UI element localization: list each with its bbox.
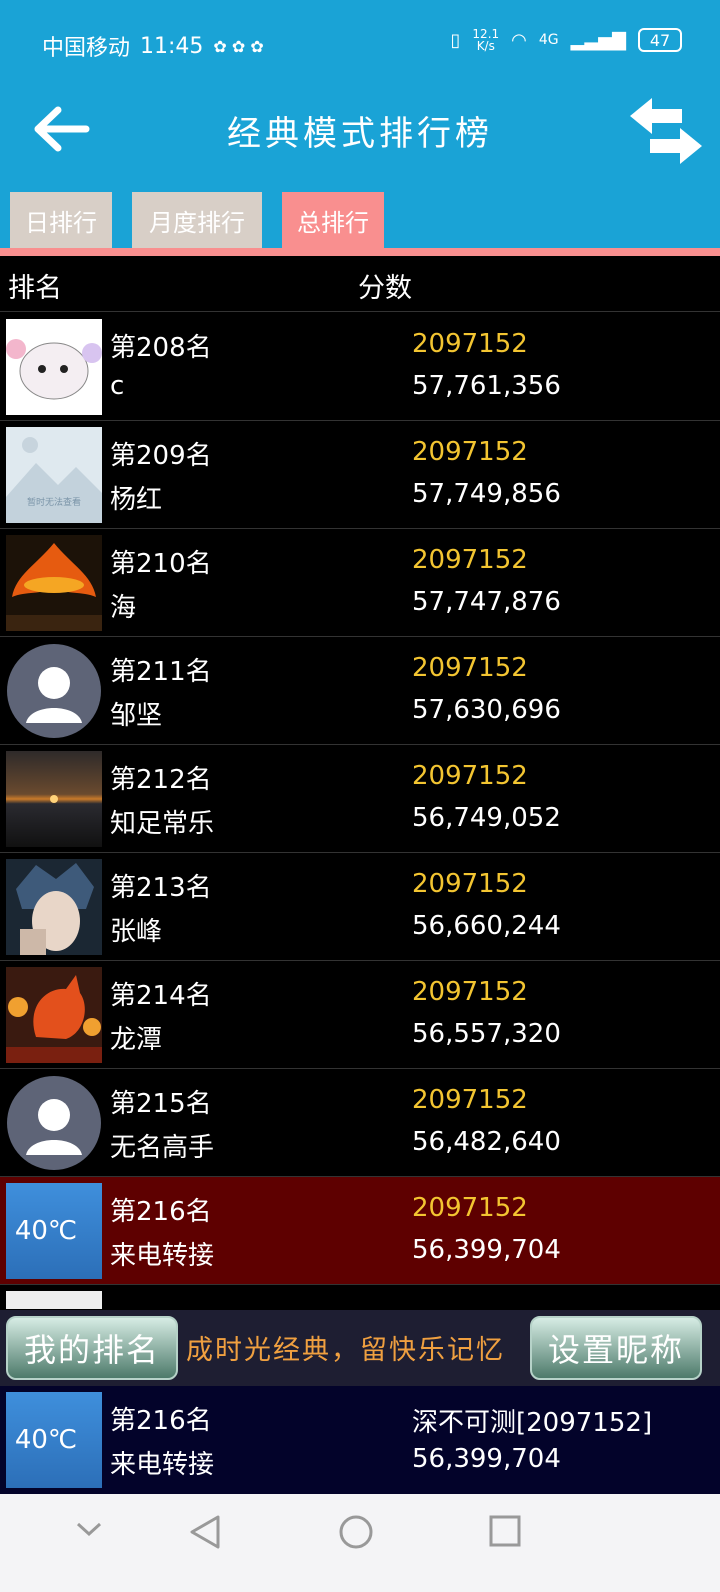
score-value: 57,630,696 [412, 695, 561, 725]
list-item[interactable]: 暂时无法查看 第209名 杨红 2097152 57,749,856 [0, 421, 720, 529]
tab-monthly[interactable]: 月度排行 [132, 192, 262, 248]
svg-text:40℃: 40℃ [15, 1425, 77, 1455]
chevron-down-icon[interactable] [74, 1514, 104, 1548]
my-score: 56,399,704 [412, 1444, 561, 1474]
vibrate-icon: ▯ [450, 29, 461, 51]
avatar: 暂时无法查看 [6, 427, 102, 523]
rank-label: 第214名 [110, 981, 212, 1011]
my-title: 深不可测[2097152] [412, 1408, 653, 1438]
avatar [6, 967, 102, 1063]
battery-icon: 47 [638, 28, 682, 52]
list-item[interactable]: 第214名 龙潭 2097152 56,557,320 [0, 961, 720, 1069]
avatar: 40℃ [6, 1392, 102, 1488]
score-value: 56,482,640 [412, 1127, 561, 1157]
level-value: 2097152 [412, 545, 528, 575]
level-value: 2097152 [412, 1085, 528, 1115]
avatar [6, 1075, 102, 1171]
player-name: c [110, 371, 125, 401]
net-speed: 12.1 K/s [472, 27, 500, 53]
level-value: 2097152 [412, 1193, 528, 1223]
home-circle-icon[interactable] [338, 1514, 374, 1554]
score-value: 56,660,244 [412, 911, 561, 941]
rank-label: 第210名 [110, 549, 212, 579]
slogan-text: 成时光经典，留快乐记忆 [186, 1335, 505, 1366]
player-name: 龙潭 [110, 1025, 163, 1055]
avatar [6, 535, 102, 631]
svg-text:暂时无法查看: 暂时无法查看 [27, 496, 81, 508]
list-item[interactable]: 第215名 无名高手 2097152 56,482,640 [0, 1069, 720, 1177]
rank-label: 第216名 [110, 1197, 212, 1227]
player-name: 海 [110, 593, 137, 623]
avatar [6, 751, 102, 847]
my-rank-button[interactable]: 我的排名 [6, 1316, 178, 1380]
my-player-name: 来电转接 [110, 1450, 215, 1480]
player-name: 张峰 [110, 917, 163, 947]
player-name: 无名高手 [110, 1133, 215, 1163]
set-nickname-button[interactable]: 设置昵称 [530, 1316, 702, 1380]
column-header: 排名 分数 [0, 256, 720, 312]
player-name: 杨红 [110, 485, 163, 515]
my-ranking-row: 40℃ 第216名 来电转接 深不可测[2097152] 56,399,704 [0, 1386, 720, 1494]
player-name: 邹坚 [110, 701, 163, 731]
player-name: 来电转接 [110, 1241, 215, 1271]
level-value: 2097152 [412, 437, 528, 467]
header-area: 中国移动 11:45 ✿ ✿ ✿ ▯ 12.1 K/s ◠ 4G ▂▃▅▇ 47… [0, 0, 720, 256]
score-value: 57,761,356 [412, 371, 561, 401]
tab-underline [0, 248, 720, 256]
avatar [6, 1291, 102, 1309]
list-item[interactable]: 第212名 知足常乐 2097152 56,749,052 [0, 745, 720, 853]
score-value: 57,749,856 [412, 479, 561, 509]
clock: 11:45 [140, 33, 204, 59]
list-item[interactable]: 第211名 邹坚 2097152 57,630,696 [0, 637, 720, 745]
rank-label: 第211名 [110, 657, 212, 687]
avatar [6, 643, 102, 739]
level-value: 2097152 [412, 653, 528, 683]
page-title: 经典模式排行榜 [227, 114, 493, 154]
rank-column-label: 排名 [8, 273, 62, 304]
score-column-label: 分数 [358, 273, 412, 304]
level-value: 2097152 [412, 329, 528, 359]
network-type: 4G [538, 32, 559, 48]
avatar: 40℃ [6, 1183, 102, 1279]
score-value: 57,747,876 [412, 587, 561, 617]
avatar [6, 319, 102, 415]
signal-icon: ▂▃▅▇ [570, 29, 626, 51]
status-bar: 中国移动 11:45 ✿ ✿ ✿ ▯ 12.1 K/s ◠ 4G ▂▃▅▇ 47 [0, 0, 720, 90]
list-item-current-user[interactable]: 40℃ 第216名 来电转接 2097152 56,399,704 [0, 1177, 720, 1285]
tab-total[interactable]: 总排行 [282, 192, 384, 248]
list-item[interactable]: 第213名 张峰 2097152 56,660,244 [0, 853, 720, 961]
rank-label: 第213名 [110, 873, 212, 903]
rank-label: 第209名 [110, 441, 212, 471]
bottom-action-bar: 我的排名 成时光经典，留快乐记忆 设置昵称 [0, 1310, 720, 1386]
score-value: 56,749,052 [412, 803, 561, 833]
list-item[interactable]: 第210名 海 2097152 57,747,876 [0, 529, 720, 637]
svg-text:40℃: 40℃ [15, 1216, 77, 1246]
level-value: 2097152 [412, 869, 528, 899]
player-name: 知足常乐 [110, 809, 215, 839]
back-triangle-icon[interactable] [188, 1514, 222, 1554]
rank-label: 第215名 [110, 1089, 212, 1119]
rank-label: 第208名 [110, 333, 212, 363]
notification-icon: ✿ ✿ ✿ [213, 36, 264, 56]
recents-square-icon[interactable] [488, 1514, 522, 1552]
my-rank-label: 第216名 [110, 1406, 212, 1436]
score-value: 56,399,704 [412, 1235, 561, 1265]
swap-arrows-icon[interactable] [626, 96, 706, 166]
list-item[interactable]: 第208名 c 2097152 57,761,356 [0, 313, 720, 421]
avatar [6, 859, 102, 955]
wifi-icon: ◠ [511, 29, 527, 51]
rank-label: 第212名 [110, 765, 212, 795]
score-value: 56,557,320 [412, 1019, 561, 1049]
level-value: 2097152 [412, 977, 528, 1007]
leaderboard-list[interactable]: 第208名 c 2097152 57,761,356 暂时无法查看 第209名 … [0, 313, 720, 1309]
list-item-partial[interactable] [0, 1285, 720, 1309]
system-nav-bar [0, 1494, 720, 1592]
carrier: 中国移动 [42, 36, 131, 61]
tab-daily[interactable]: 日排行 [10, 192, 112, 248]
level-value: 2097152 [412, 761, 528, 791]
